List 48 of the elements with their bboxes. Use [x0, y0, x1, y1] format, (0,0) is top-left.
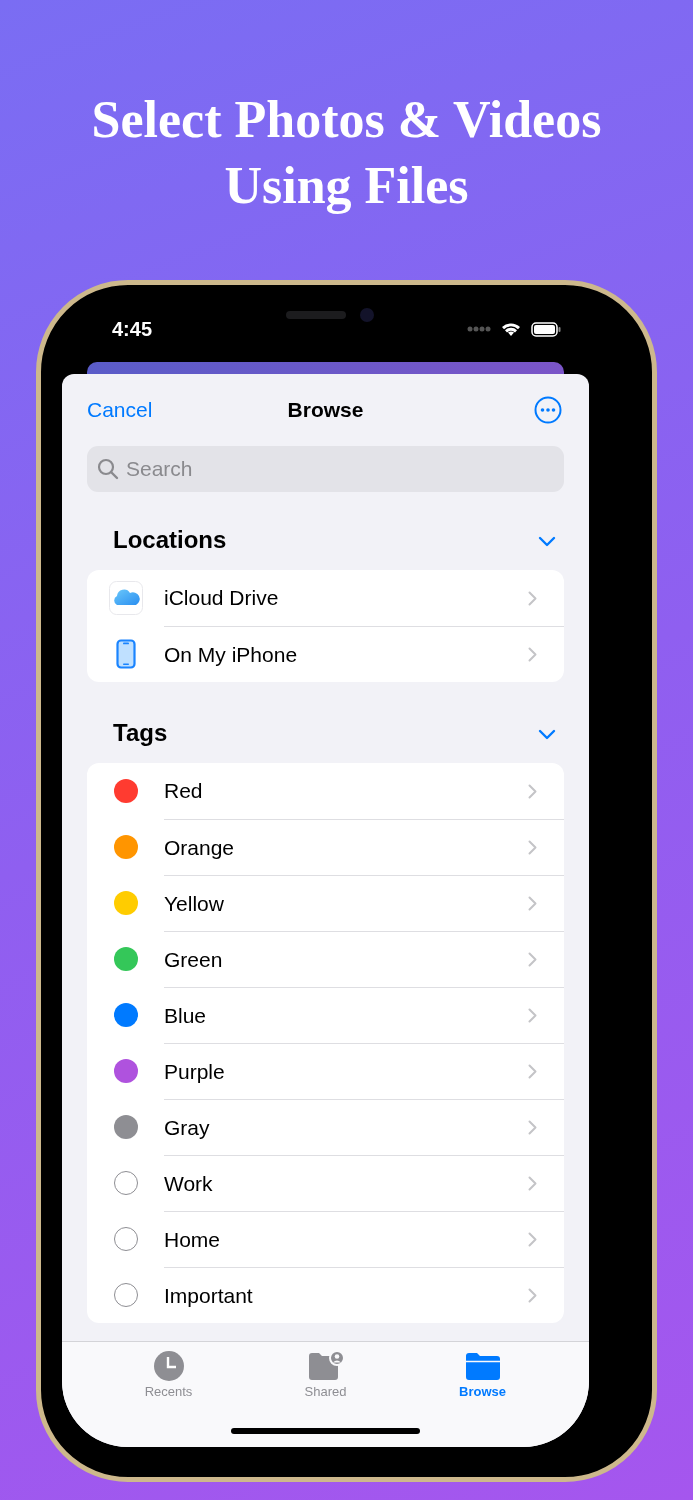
- list-item[interactable]: Orange: [164, 835, 235, 860]
- list-item[interactable]: Blue: [164, 1003, 207, 1028]
- list-item[interactable]: Important: [164, 1283, 253, 1308]
- folder-icon: [464, 1350, 501, 1382]
- nav-title: Browse: [287, 398, 364, 422]
- chevron-right-icon: [528, 1232, 537, 1247]
- search-field[interactable]: Search: [87, 446, 564, 492]
- cancel-button[interactable]: Cancel: [87, 398, 153, 422]
- tag-dot: [113, 1171, 138, 1195]
- list-item[interactable]: Red: [164, 779, 203, 803]
- list-item[interactable]: Purple: [164, 1059, 225, 1084]
- chevron-right-icon: [528, 647, 537, 662]
- section-title: Locations: [113, 526, 227, 554]
- camera-lens: [359, 308, 374, 322]
- battery-icon: [531, 321, 561, 337]
- chevron-right-icon: [528, 1120, 537, 1135]
- list-item[interactable]: Work: [164, 1171, 213, 1196]
- tag-dot: [113, 1283, 138, 1307]
- chevron-right-icon: [528, 783, 537, 799]
- tag-dot: [113, 1227, 138, 1251]
- chevron-down-icon[interactable]: [538, 536, 556, 548]
- cloud-icon: [108, 581, 143, 615]
- list-item[interactable]: On My iPhone: [164, 642, 298, 667]
- wifi-icon: [501, 321, 521, 337]
- chevron-right-icon: [528, 590, 537, 606]
- chevron-right-icon: [528, 896, 537, 911]
- list-item[interactable]: Gray: [164, 1115, 210, 1140]
- chevron-down-icon[interactable]: [538, 729, 556, 741]
- headline: Select Photos & Videos: [91, 90, 602, 150]
- list-item[interactable]: Green: [164, 947, 223, 972]
- chevron-right-icon: [528, 1288, 537, 1303]
- chevron-right-icon: [528, 952, 537, 967]
- speaker-grille: [285, 311, 346, 319]
- list-item[interactable]: iCloud Drive: [164, 586, 279, 610]
- chevron-right-icon: [528, 1008, 537, 1023]
- phone-icon: [115, 639, 136, 669]
- status-time: 4:45: [112, 317, 153, 341]
- list-item[interactable]: Home: [164, 1227, 221, 1252]
- more-icon[interactable]: [534, 396, 562, 424]
- shared-folder-icon: [307, 1350, 344, 1382]
- chevron-right-icon: [528, 1064, 537, 1079]
- list-item[interactable]: Yellow: [164, 891, 224, 916]
- tab[interactable]: Browse: [432, 1350, 533, 1399]
- chevron-right-icon: [528, 840, 537, 855]
- signal-icon: [467, 325, 491, 333]
- section-title: Tags: [113, 719, 168, 747]
- chevron-right-icon: [528, 1176, 537, 1191]
- headline: Using Files: [224, 156, 469, 216]
